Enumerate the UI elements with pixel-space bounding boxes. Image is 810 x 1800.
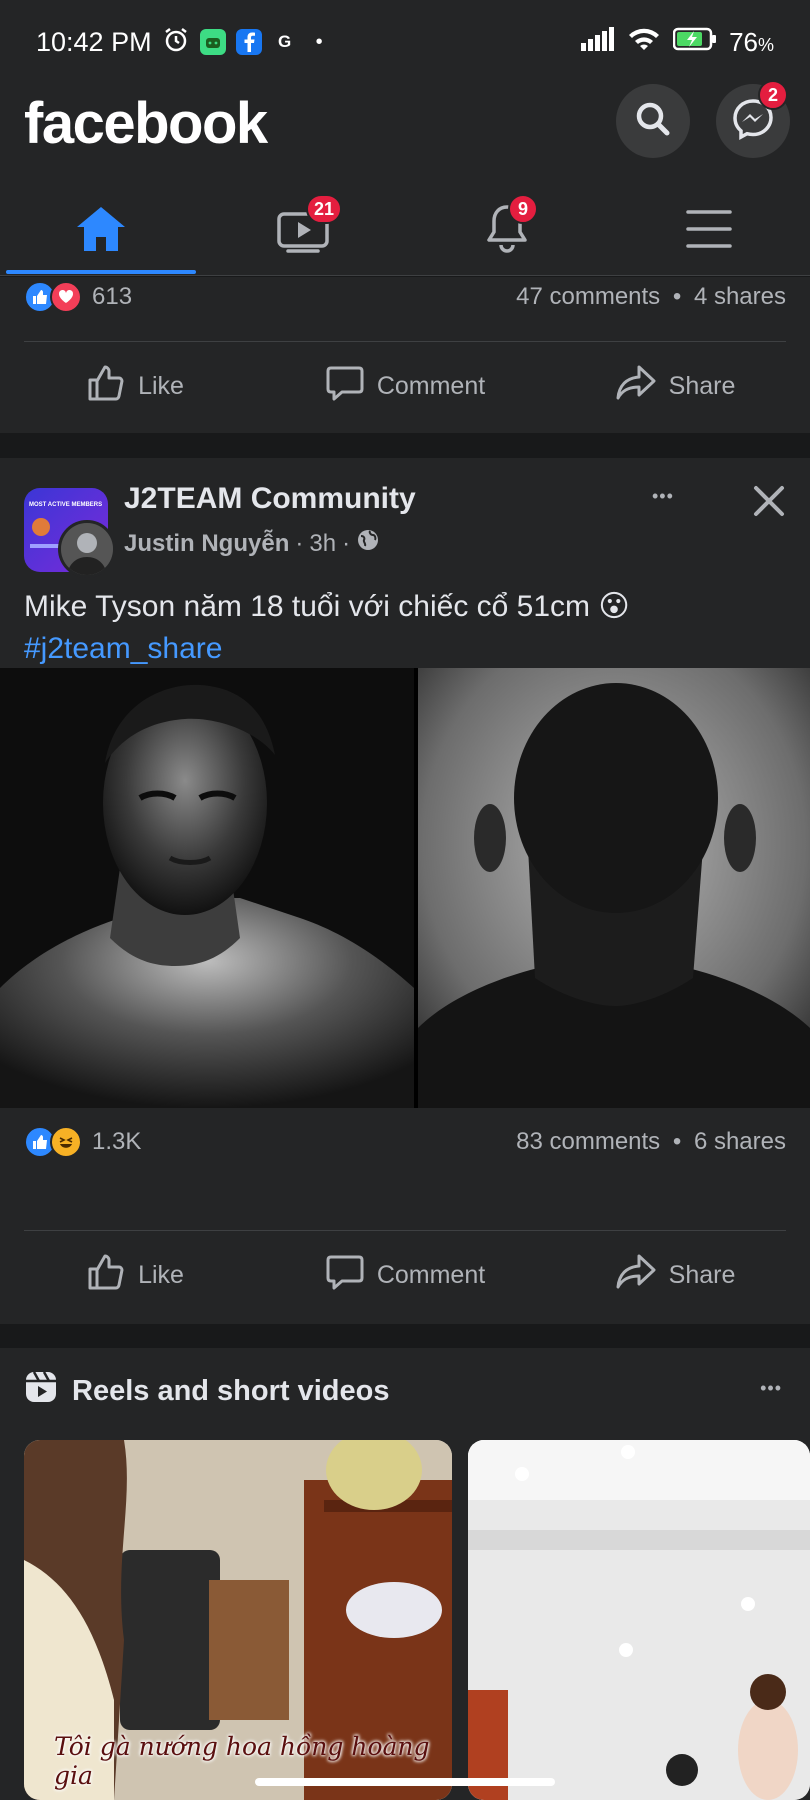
comments-count[interactable]: 47 comments: [516, 283, 660, 310]
share-button[interactable]: Share: [540, 343, 810, 429]
alarm-icon: [162, 26, 190, 59]
facebook-icon: [235, 29, 262, 55]
reels-title: Reels and short videos: [72, 1374, 390, 1407]
home-icon: [75, 205, 127, 258]
gesture-home-bar[interactable]: [255, 1778, 555, 1786]
comment-button[interactable]: Comment: [270, 1232, 540, 1318]
haha-reaction-icon: [50, 1126, 82, 1158]
share-icon: [615, 363, 657, 410]
reels-icon: [24, 1370, 58, 1412]
reels-section: Reels and short videos ••• Tôi gà nướng …: [0, 1348, 810, 1800]
active-tab-indicator: [6, 270, 196, 274]
reels-more-button[interactable]: •••: [760, 1378, 782, 1399]
status-time: 10:42 PM: [36, 26, 152, 57]
notifications-badge: 9: [508, 194, 538, 224]
thumbs-up-icon: [86, 1252, 126, 1299]
like-label: Like: [138, 1260, 184, 1289]
signal-icon: [581, 26, 615, 58]
android-icon: [199, 29, 226, 55]
like-button[interactable]: Like: [0, 343, 270, 429]
more-options-button[interactable]: •••: [652, 486, 674, 507]
thumbs-up-icon: [86, 363, 126, 410]
post-text: Mike Tyson năm 18 tuổi với chiếc cổ 51cm…: [24, 586, 786, 670]
close-icon: [752, 486, 786, 522]
hashtag-link[interactable]: #j2team_share: [24, 632, 222, 665]
comments-count[interactable]: 83 comments: [516, 1128, 660, 1155]
reel-card[interactable]: Tôi gà nướng hoa hồng hoàng gia: [24, 1440, 452, 1800]
battery-percent-sign: %: [757, 34, 774, 55]
reaction-icons[interactable]: [24, 1126, 82, 1158]
shares-count[interactable]: 4 shares: [694, 283, 786, 310]
search-button[interactable]: [616, 84, 690, 158]
group-avatar-label: MOST ACTIVE MEMBERS: [29, 502, 103, 508]
stats-separator: •: [672, 283, 682, 310]
post-header: MOST ACTIVE MEMBERS J2TEAM Community Jus…: [24, 480, 786, 578]
reel-card[interactable]: [468, 1440, 810, 1800]
comment-label: Comment: [376, 1260, 486, 1289]
surprised-emoji: 😮: [598, 590, 630, 623]
photo-left[interactable]: [0, 668, 414, 1108]
post-actions: Like Comment Share: [0, 343, 810, 429]
reaction-stats: 1.3K 83 comments • 6 shares: [24, 1122, 786, 1162]
menu-icon: [686, 209, 732, 254]
author-name[interactable]: Justin Nguyễn: [124, 530, 289, 558]
tab-menu[interactable]: [614, 186, 804, 276]
post-card: MOST ACTIVE MEMBERS J2TEAM Community Jus…: [0, 458, 810, 1324]
author-avatar[interactable]: [58, 520, 116, 578]
share-label: Share: [668, 1260, 736, 1289]
tab-watch[interactable]: 21: [208, 186, 398, 276]
post-time[interactable]: 3h: [309, 530, 336, 558]
tab-notifications[interactable]: 9: [412, 186, 602, 276]
divider: [24, 341, 786, 342]
reaction-count: 613: [92, 283, 133, 310]
search-icon: [633, 99, 673, 144]
reaction-stats: 613 47 comments • 4 shares: [24, 277, 786, 317]
divider: [24, 1230, 786, 1231]
messenger-badge: 2: [758, 80, 788, 110]
main-tabs: 21 9: [0, 186, 810, 276]
facebook-logo: facebook: [24, 91, 268, 156]
comment-icon: [325, 1252, 365, 1299]
avatar-dot: [32, 518, 50, 536]
like-label: Like: [138, 371, 184, 400]
battery-level: 76: [729, 26, 758, 57]
comment-label: Comment: [376, 371, 486, 400]
post-card-previous: 613 47 comments • 4 shares Like Comment …: [0, 277, 810, 433]
status-dot: •: [315, 30, 323, 53]
group-name[interactable]: J2TEAM Community: [124, 482, 416, 516]
messenger-button[interactable]: 2: [716, 80, 790, 158]
battery-icon: [672, 27, 717, 58]
globe-icon: [356, 528, 380, 559]
meta-separator: ·: [342, 529, 351, 557]
tab-home[interactable]: [6, 186, 196, 276]
reaction-icons[interactable]: [24, 281, 82, 313]
photo-right[interactable]: [418, 668, 810, 1108]
app-header: facebook 2: [0, 80, 810, 186]
wifi-icon: [627, 26, 661, 59]
comment-icon: [325, 363, 365, 410]
hide-post-button[interactable]: [752, 484, 786, 523]
post-meta: Justin Nguyễn · 3h ·: [124, 528, 380, 559]
google-icon: G: [277, 32, 292, 51]
share-icon: [615, 1252, 657, 1299]
stats-separator: •: [672, 1128, 682, 1155]
post-actions: Like Comment Share: [0, 1232, 810, 1318]
status-bar: 10:42 PM G • 76%: [0, 0, 810, 84]
post-photos: [0, 668, 810, 1108]
love-reaction-icon: [50, 281, 82, 313]
post-body: Mike Tyson năm 18 tuổi với chiếc cổ 51cm: [24, 590, 591, 623]
watch-badge: 21: [306, 194, 343, 224]
reels-header: Reels and short videos: [24, 1370, 390, 1412]
meta-separator: ·: [295, 529, 304, 557]
reaction-count: 1.3K: [92, 1128, 142, 1155]
share-label: Share: [668, 371, 736, 400]
shares-count[interactable]: 6 shares: [694, 1128, 786, 1155]
comment-button[interactable]: Comment: [270, 343, 540, 429]
like-button[interactable]: Like: [0, 1232, 270, 1318]
share-button[interactable]: Share: [540, 1232, 810, 1318]
